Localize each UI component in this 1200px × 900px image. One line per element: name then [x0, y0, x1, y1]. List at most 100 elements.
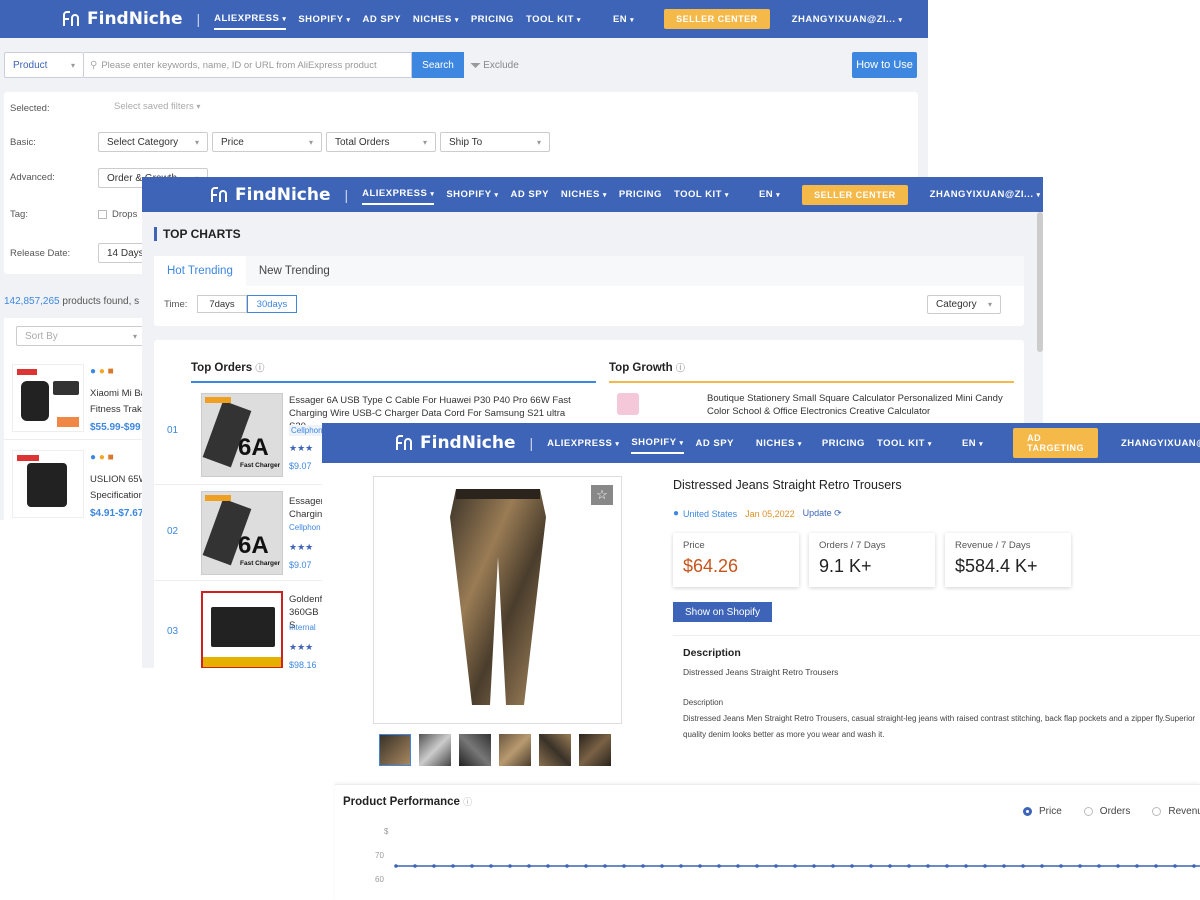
- nav-niches[interactable]: NICHES ▾: [413, 10, 459, 29]
- dropship-checkbox[interactable]: Drops: [98, 209, 137, 220]
- category-filter[interactable]: Select Category ▾: [98, 132, 208, 152]
- seller-center-button[interactable]: SELLER CENTER: [802, 184, 908, 205]
- nav-divider: |: [196, 11, 201, 27]
- chart-point: [755, 864, 759, 868]
- badge-icons: ● ● ■: [90, 452, 114, 463]
- nav-language[interactable]: EN ▾: [613, 10, 634, 29]
- how-to-use-button[interactable]: How to Use: [852, 52, 917, 78]
- thumbnail[interactable]: [379, 734, 411, 766]
- results-list: Sort By ▾ ● ● ■ Xiaomi Mi Ba Fitness Trak…: [4, 318, 154, 520]
- search-button[interactable]: Search: [412, 52, 464, 78]
- user-menu[interactable]: ZHANGYIXUAN@ZI...▾: [792, 14, 903, 25]
- findniche-logo-icon: [63, 11, 79, 26]
- thumbnail[interactable]: [499, 734, 531, 766]
- price-filter[interactable]: Price ▾: [212, 132, 322, 152]
- total-orders-filter[interactable]: Total Orders ▾: [326, 132, 436, 152]
- help-icon: ⓘ: [463, 797, 473, 807]
- thumbnail[interactable]: [459, 734, 491, 766]
- category-select[interactable]: Category ▾: [927, 295, 1001, 314]
- nav-aliexpress[interactable]: ALIEXPRESS ▾: [547, 434, 619, 453]
- logo[interactable]: FindNiche: [210, 185, 330, 205]
- stat-card-orders: Orders / 7 Days 9.1 K+: [809, 533, 935, 587]
- nav-tool-kit[interactable]: TOOL KIT ▾: [526, 10, 581, 29]
- nav-aliexpress[interactable]: ALIEXPRESS ▾: [362, 184, 435, 205]
- user-menu[interactable]: ZHANGYIXUAN@ZI...▾: [930, 189, 1041, 200]
- saved-filters-select[interactable]: Select saved filters ▾: [114, 101, 200, 112]
- product-country: United States: [683, 508, 738, 519]
- item-price: $4.91-$7.67: [90, 508, 144, 519]
- seller-center-button[interactable]: SELLER CENTER: [664, 9, 770, 29]
- nav-ad-spy[interactable]: AD SPY: [511, 185, 549, 204]
- list-item[interactable]: ● ● ■ USLION 65W Specification $4.91-$7.…: [4, 444, 154, 520]
- exclude-toggle[interactable]: ⏷ Exclude: [470, 52, 519, 78]
- stat-cards: Price $64.26 Orders / 7 Days 9.1 K+ Reve…: [673, 533, 1071, 587]
- chart-point: [1097, 864, 1101, 868]
- tab-hot-trending[interactable]: Hot Trending: [154, 256, 246, 286]
- user-menu[interactable]: ZHANGYIXUAN@ZI...▾: [1121, 438, 1200, 449]
- nav-ad-spy[interactable]: AD SPY: [363, 10, 401, 29]
- nav-shopify[interactable]: SHOPIFY ▾: [631, 433, 684, 454]
- chart-point: [945, 864, 949, 868]
- badge-icons: ● ● ■: [90, 366, 114, 377]
- ship-to-filter[interactable]: Ship To ▾: [440, 132, 550, 152]
- product-meta: ● United States Jan 05,2022 Update ⟳: [673, 508, 842, 519]
- chart-point: [1116, 864, 1120, 868]
- chart-point: [603, 864, 607, 868]
- logo[interactable]: FindNiche: [62, 9, 182, 29]
- nav-language[interactable]: EN ▾: [759, 185, 780, 204]
- list-item[interactable]: ● ● ■ Xiaomi Mi Ba Fitness Trake $55.99-…: [4, 358, 154, 440]
- chart-point: [1059, 864, 1063, 868]
- tab-new-trending[interactable]: New Trending: [246, 256, 343, 286]
- release-date-label: Release Date:: [10, 248, 71, 259]
- table-row[interactable]: 02 6A Fast Charger Essager Chargin Cellp…: [154, 484, 334, 580]
- thumbnail[interactable]: [419, 734, 451, 766]
- row-price: $9.07: [289, 560, 312, 570]
- product-title: Distressed Jeans Straight Retro Trousers: [673, 478, 902, 492]
- nav-tool-kit[interactable]: TOOL KIT ▾: [877, 434, 932, 453]
- growth-row[interactable]: Boutique Stationery Small Square Calcula…: [609, 390, 1014, 420]
- scrollbar[interactable]: [1037, 212, 1043, 352]
- stat-card-revenue: Revenue / 7 Days $584.4 K+: [945, 533, 1071, 587]
- chart-point: [508, 864, 512, 868]
- product-image[interactable]: ☆: [373, 476, 622, 724]
- item-title-2: Specification: [90, 490, 144, 501]
- nav-pricing[interactable]: PRICING: [471, 10, 514, 29]
- show-on-shopify-button[interactable]: Show on Shopify: [673, 602, 772, 622]
- nav-language[interactable]: EN ▾: [962, 434, 983, 453]
- radio-revenue[interactable]: Revenue: [1152, 806, 1200, 817]
- radio-orders[interactable]: Orders: [1083, 806, 1130, 817]
- nav-aliexpress[interactable]: ALIEXPRESS ▾: [214, 9, 287, 30]
- table-row[interactable]: 01 6A Fast Charger Essager 6A USB Type C…: [154, 388, 571, 484]
- nav-shopify[interactable]: SHOPIFY ▾: [298, 10, 350, 29]
- time-7days[interactable]: 7days: [197, 295, 247, 313]
- logo[interactable]: FindNiche: [395, 433, 515, 453]
- nav-tool-kit[interactable]: TOOL KIT ▾: [674, 185, 729, 204]
- thumbnail[interactable]: [539, 734, 571, 766]
- time-30days[interactable]: 30days: [247, 295, 297, 313]
- cable-sub: Fast Charger: [240, 462, 281, 469]
- description-subheading: Description: [683, 698, 724, 707]
- favorite-star-button[interactable]: ☆: [591, 485, 613, 505]
- sort-by-select[interactable]: Sort By ▾: [16, 326, 146, 346]
- search-type-select[interactable]: Product ▾: [4, 52, 84, 78]
- cable-thumbnail: 6A Fast Charger: [201, 491, 283, 575]
- table-row[interactable]: 03 Goldenf 360GB S Internal ★★★ $98.16: [154, 580, 334, 668]
- radio-price[interactable]: Price: [1023, 806, 1062, 817]
- nav-ad-spy[interactable]: AD SPY: [696, 434, 734, 453]
- chart-point: [888, 864, 892, 868]
- top-growth-heading: Top Growth ⓘ: [609, 361, 1014, 383]
- description-heading: Description: [683, 647, 741, 659]
- nav-pricing[interactable]: PRICING: [822, 434, 865, 453]
- update-link[interactable]: Update ⟳: [803, 508, 842, 519]
- nav-niches[interactable]: NICHES ▾: [561, 185, 607, 204]
- nav-shopify[interactable]: SHOPIFY ▾: [446, 185, 498, 204]
- cable-badge: 6A: [238, 532, 269, 559]
- chart-point: [565, 864, 569, 868]
- ad-targeting-button[interactable]: AD TARGETING: [1013, 428, 1098, 458]
- results-count: 142,857,265 products found, s: [4, 296, 140, 307]
- search-input[interactable]: ⚲ Please enter keywords, name, ID or URL…: [84, 52, 412, 78]
- nav-pricing[interactable]: PRICING: [619, 185, 662, 204]
- thumbnail[interactable]: [579, 734, 611, 766]
- nav-niches[interactable]: NICHES ▾: [756, 434, 802, 453]
- item-title-2: Fitness Trake: [90, 404, 148, 415]
